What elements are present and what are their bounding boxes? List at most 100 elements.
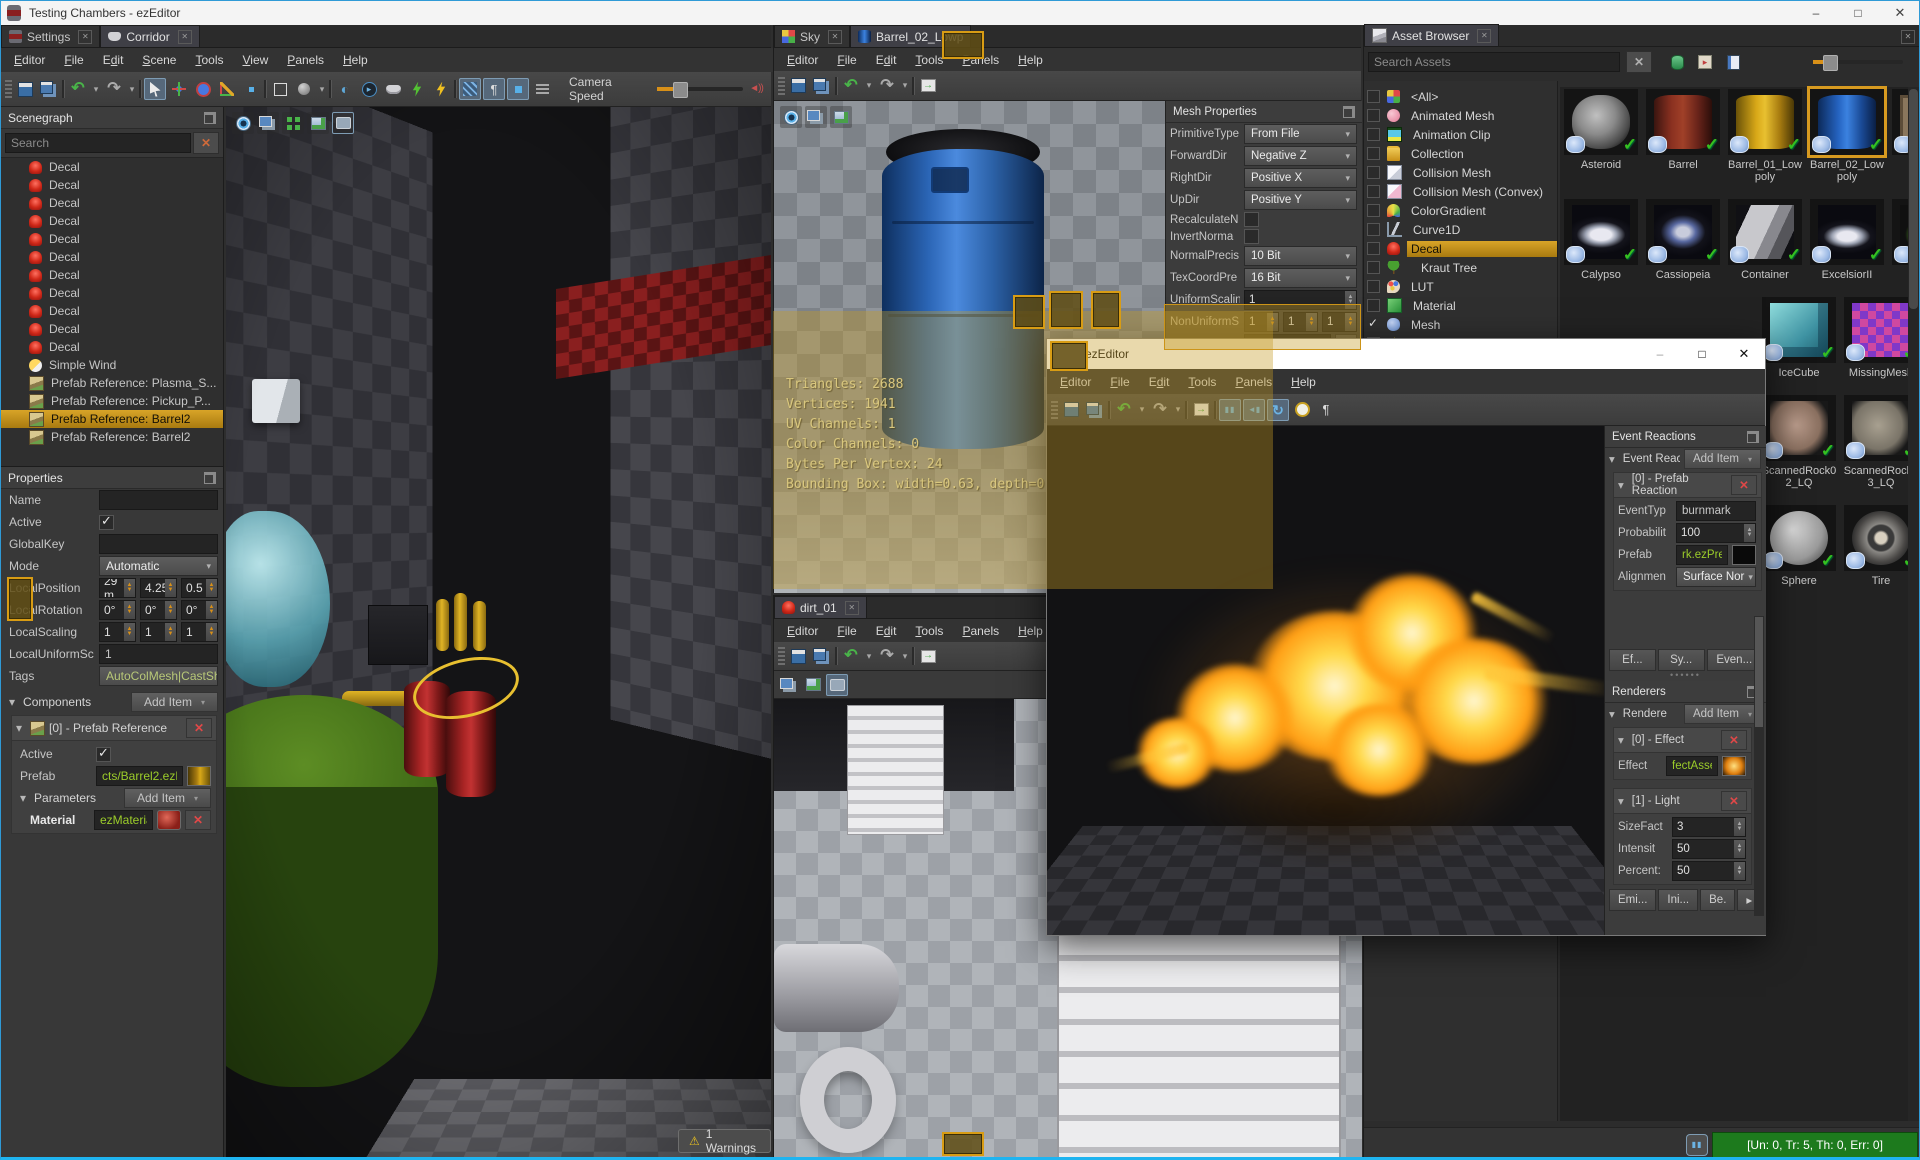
normalprecision-dropdown[interactable]: 10 Bit	[1244, 246, 1357, 266]
prefab-thumbnail[interactable]	[187, 766, 211, 786]
effect-asset-field[interactable]	[1666, 756, 1718, 776]
add-renderer-button[interactable]: Add Item	[1683, 704, 1761, 724]
recalculatenormals-checkbox[interactable]	[1244, 212, 1259, 227]
maximize-button[interactable]: □	[1681, 342, 1723, 366]
effect-thumbnail[interactable]	[1722, 756, 1746, 776]
rotate-gizmo-icon[interactable]	[192, 78, 214, 100]
redo-icon[interactable]	[103, 78, 125, 100]
close-tab-icon[interactable]	[78, 29, 93, 44]
redo-icon[interactable]	[876, 75, 898, 97]
thumbnail-size-slider[interactable]	[1813, 55, 1903, 71]
invertnormals-checkbox[interactable]	[1244, 229, 1259, 244]
tags-dropdown[interactable]: AutoColMesh|CastShadow	[99, 666, 218, 686]
speaker-icon[interactable]	[745, 78, 767, 100]
export-assets-icon[interactable]	[1694, 51, 1716, 73]
remove-component-button[interactable]	[186, 718, 212, 738]
close-button[interactable]: ✕	[1879, 1, 1919, 25]
save-icon[interactable]	[787, 645, 809, 667]
remove-parameter-button[interactable]	[185, 810, 211, 830]
type-filter-checkbox[interactable]	[1367, 109, 1380, 122]
asset-type-item[interactable]: Collection	[1364, 144, 1557, 163]
save-icon[interactable]	[14, 78, 36, 100]
render-mode-icon[interactable]	[531, 78, 553, 100]
asset-type-item[interactable]: LUT	[1364, 277, 1557, 296]
alignment-dropdown[interactable]: Surface Nor	[1676, 567, 1756, 587]
remove-renderer-button[interactable]	[1721, 730, 1747, 750]
tab-settings[interactable]: Settings	[1, 25, 101, 47]
reaction-prefab-field[interactable]	[1676, 545, 1728, 565]
menu-item[interactable]: Panels	[278, 50, 333, 70]
box-mode-icon[interactable]	[269, 78, 291, 100]
layered-windows-icon[interactable]	[257, 112, 279, 134]
menu-item[interactable]: Editor	[5, 50, 54, 70]
tab-system[interactable]: Sy...	[1657, 649, 1705, 671]
export-run-icon[interactable]	[406, 78, 428, 100]
select-cursor-icon[interactable]	[144, 78, 166, 100]
asset-type-item[interactable]: Collision Mesh	[1364, 163, 1557, 182]
asset-type-item[interactable]: Material	[1364, 296, 1557, 315]
position-z-stepper[interactable]: 0.5	[181, 578, 218, 598]
asset-report-icon[interactable]	[1722, 51, 1744, 73]
menu-item[interactable]: Scene	[133, 50, 185, 70]
material-thumbnail[interactable]	[157, 810, 181, 830]
view-eye-icon[interactable]	[780, 106, 802, 128]
shape-icons-toggle-icon[interactable]	[507, 78, 529, 100]
menu-item[interactable]: Help	[334, 50, 377, 70]
float-panel-icon[interactable]	[204, 111, 216, 124]
rotation-x-stepper[interactable]: 0°	[99, 600, 136, 620]
transform-all-icon[interactable]	[1666, 51, 1688, 73]
type-filter-checkbox[interactable]	[1367, 185, 1380, 198]
close-tab-icon[interactable]	[1477, 28, 1492, 43]
collapse-caret-icon[interactable]	[16, 721, 26, 735]
scenegraph-item[interactable]: Decal	[1, 302, 223, 320]
name-field[interactable]	[99, 490, 218, 510]
remove-reaction-button[interactable]	[1731, 475, 1757, 495]
menu-item[interactable]: Tools	[906, 621, 952, 641]
component-0-header[interactable]: [0] - Prefab Reference	[11, 715, 217, 741]
scenegraph-item[interactable]: Decal	[1, 158, 223, 176]
component-active-checkbox[interactable]	[96, 745, 111, 762]
asset-type-item[interactable]: <All>	[1364, 87, 1557, 106]
asset-item[interactable]: Sphere	[1760, 505, 1838, 587]
add-parameter-button[interactable]: Add Item	[123, 788, 211, 808]
maximize-button[interactable]: □	[1837, 1, 1879, 25]
renderers-caret-icon[interactable]	[1609, 707, 1619, 721]
updir-dropdown[interactable]: Positive Y	[1244, 190, 1357, 210]
tab-dirt-01[interactable]: dirt_01	[774, 596, 867, 618]
layered-windows-icon[interactable]	[805, 106, 827, 128]
float-panel-icon[interactable]	[1747, 430, 1759, 443]
type-filter-checkbox[interactable]	[1367, 204, 1380, 217]
save-all-icon[interactable]	[811, 645, 833, 667]
menu-item[interactable]: Panels	[953, 621, 1008, 641]
menu-item[interactable]: Help	[1009, 50, 1052, 70]
panel-splitter[interactable]	[1605, 671, 1766, 681]
prefab-asset-field[interactable]	[96, 766, 183, 786]
camera-box-icon[interactable]	[826, 673, 848, 696]
save-all-icon[interactable]	[811, 75, 833, 97]
sphere-mode-icon[interactable]	[293, 78, 315, 100]
scaling-z-stepper[interactable]: 1	[181, 622, 218, 642]
menu-item[interactable]: Edit	[867, 621, 906, 641]
screenshot-icon[interactable]	[830, 106, 852, 128]
simulation-speed-icon[interactable]	[1291, 399, 1313, 421]
scenegraph-item[interactable]: Decal	[1, 284, 223, 302]
asset-item[interactable]: Barrel	[1644, 89, 1722, 183]
undo-icon[interactable]	[840, 645, 862, 667]
save-icon[interactable]	[787, 75, 809, 97]
asset-type-item[interactable]: Mesh	[1364, 315, 1557, 334]
asset-type-item[interactable]: Decal	[1364, 239, 1557, 258]
primitivetype-dropdown[interactable]: From File	[1244, 124, 1357, 144]
view-eye-icon[interactable]	[232, 112, 254, 134]
type-filter-checkbox[interactable]	[1367, 242, 1380, 255]
vertex-snap-icon[interactable]	[240, 78, 262, 100]
asset-item[interactable]: Barrel_01_Lowpoly	[1726, 89, 1804, 183]
scenegraph-item[interactable]: Decal	[1, 230, 223, 248]
screenshot-icon[interactable]	[802, 674, 824, 696]
export-asset-icon[interactable]	[917, 75, 939, 97]
active-checkbox[interactable]	[99, 513, 114, 530]
prefab-thumbnail[interactable]	[1732, 545, 1756, 565]
menu-item[interactable]: Edit	[867, 50, 906, 70]
type-filter-checkbox[interactable]	[1367, 280, 1380, 293]
rightdir-dropdown[interactable]: Positive X	[1244, 168, 1357, 188]
tab-behaviors[interactable]: Be.	[1700, 889, 1736, 911]
